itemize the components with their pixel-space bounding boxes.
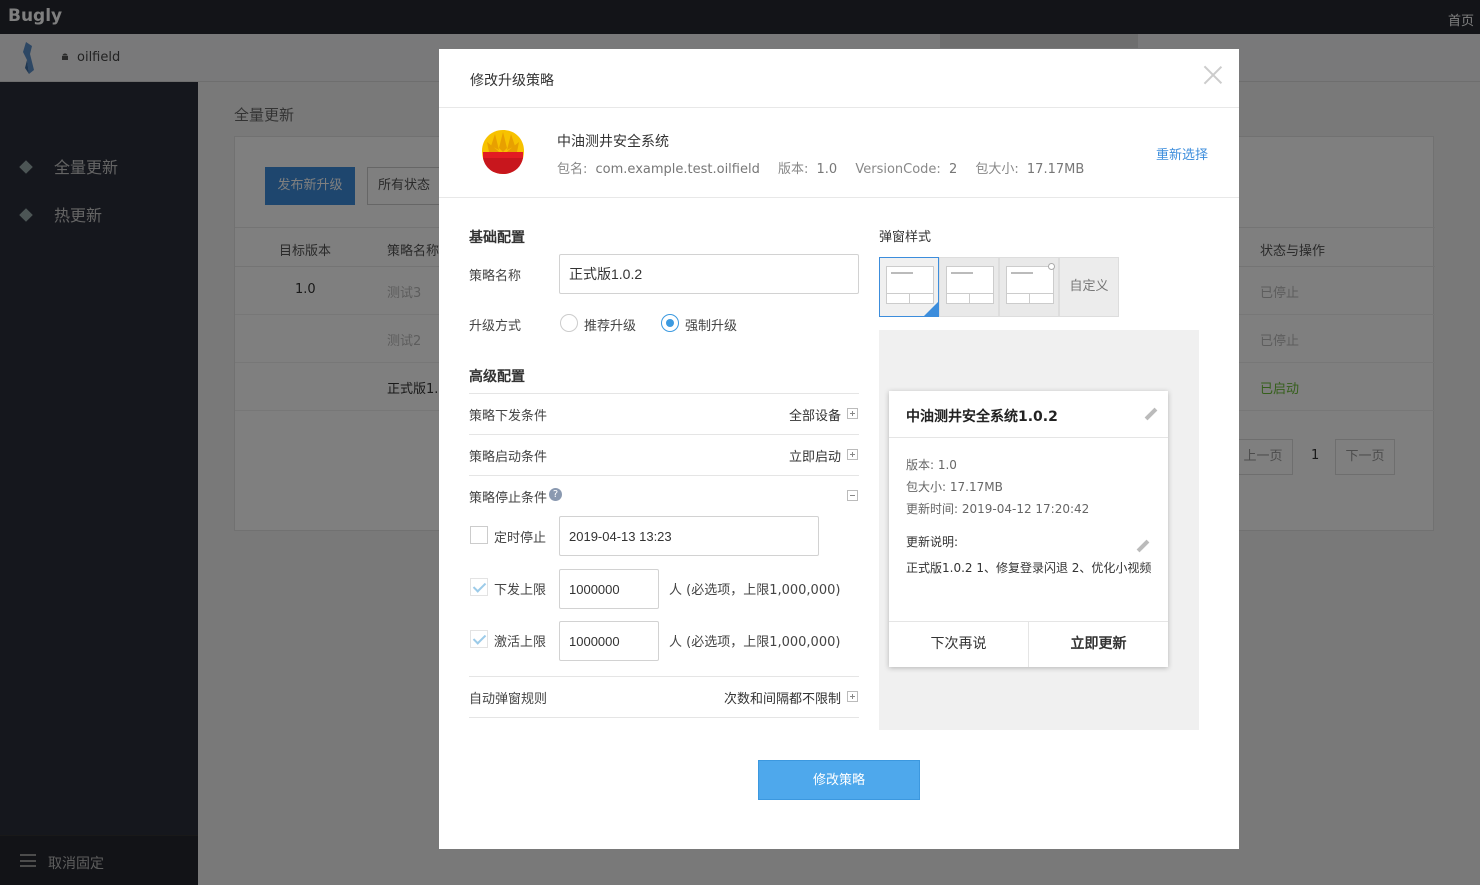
version-code-value: 2 (948, 162, 958, 177)
app-meta: 包名: com.example.test.oilfield 版本: 1.0 Ve… (557, 158, 1098, 177)
close-icon[interactable] (1201, 63, 1225, 87)
version-label: 版本: (777, 162, 809, 177)
modal-header: 修改升级策略 (439, 49, 1239, 108)
radio-force-upgrade[interactable] (661, 314, 679, 332)
timed-stop-checkbox[interactable] (470, 526, 488, 544)
popup-style-custom[interactable]: 自定义 (1059, 257, 1119, 317)
radio-recommend-upgrade[interactable] (560, 314, 578, 332)
start-condition-value[interactable]: 立即启动 (789, 446, 841, 465)
timed-stop-input[interactable] (559, 516, 819, 556)
edit-pencil-icon[interactable] (1136, 539, 1150, 553)
divider (469, 434, 859, 435)
stop-condition-label: 策略停止条件 (469, 491, 548, 506)
style-thumbnail (886, 266, 934, 304)
active-limit-input[interactable] (559, 621, 659, 661)
advanced-config-title: 高级配置 (469, 369, 525, 385)
size-label: 包大小: (975, 162, 1019, 177)
timed-stop-label: 定时停止 (494, 531, 547, 546)
selected-check-icon (924, 302, 938, 316)
preview-notes-label: 更新说明: (906, 535, 959, 549)
app-title: 中油测井安全系统 (557, 134, 669, 150)
edit-pencil-icon[interactable] (1144, 407, 1158, 421)
popup-style-option-2[interactable] (939, 257, 999, 317)
dispatch-limit-hint: 人 (必选项，上限1,000,000) (669, 583, 841, 598)
popup-rule-label: 自动弹窗规则 (469, 692, 548, 707)
popup-style-option-3[interactable] (999, 257, 1059, 317)
size-value: 17.17MB (1026, 162, 1085, 177)
dispatch-limit-checkbox[interactable] (470, 578, 488, 596)
help-icon[interactable]: ? (549, 488, 562, 501)
divider (469, 717, 859, 718)
dispatch-limit-label: 下发上限 (494, 583, 547, 598)
package-value: com.example.test.oilfield (595, 162, 760, 177)
reselect-link[interactable]: 重新选择 (1156, 144, 1208, 163)
popup-style-title: 弹窗样式 (879, 230, 932, 245)
popup-rule-value[interactable]: 次数和间隔都不限制 (724, 688, 841, 707)
start-condition-label: 策略启动条件 (469, 450, 548, 465)
divider (889, 437, 1168, 438)
radio-recommend-label[interactable]: 推荐升级 (584, 315, 636, 334)
expand-icon[interactable] (847, 691, 858, 702)
preview-version: 版本: 1.0 (906, 458, 957, 472)
expand-icon[interactable] (847, 449, 858, 460)
version-code-label: VersionCode: (855, 162, 941, 177)
preview-title: 中油测井安全系统1.0.2 (906, 409, 1058, 425)
preview-notes: 正式版1.0.2 1、修复登录闪退 2、优化小视频 (906, 561, 1152, 575)
divider (469, 475, 859, 476)
preview-size: 包大小: 17.17MB (906, 480, 1003, 494)
strategy-name-input[interactable] (559, 254, 859, 294)
active-limit-checkbox[interactable] (470, 630, 488, 648)
active-limit-label: 激活上限 (494, 635, 547, 650)
radio-force-label[interactable]: 强制升级 (685, 315, 737, 334)
dispatch-condition-value[interactable]: 全部设备 (789, 405, 841, 424)
package-label: 包名: (557, 162, 588, 177)
modal-title: 修改升级策略 (470, 73, 554, 89)
popup-style-option-1[interactable] (879, 257, 939, 317)
edit-strategy-modal: 修改升级策略 中油测井安全系统 包名: com.example.test.oil… (439, 49, 1239, 849)
style-thumbnail (946, 266, 994, 304)
active-limit-hint: 人 (必选项，上限1,000,000) (669, 635, 841, 650)
close-dot-icon (1048, 263, 1055, 270)
expand-icon[interactable] (847, 408, 858, 419)
upgrade-mode-label: 升级方式 (469, 319, 522, 334)
divider (469, 393, 859, 394)
strategy-name-label: 策略名称 (469, 269, 522, 284)
collapse-icon[interactable] (847, 490, 858, 501)
later-button[interactable]: 下次再说 (889, 621, 1028, 667)
dispatch-condition-label: 策略下发条件 (469, 409, 548, 424)
modify-strategy-button[interactable]: 修改策略 (758, 760, 920, 800)
version-value: 1.0 (816, 162, 838, 177)
update-now-button[interactable]: 立即更新 (1029, 621, 1168, 667)
app-info: 中油测井安全系统 包名: com.example.test.oilfield 版… (439, 108, 1239, 198)
divider (469, 676, 859, 677)
app-logo-icon (482, 130, 524, 174)
dispatch-limit-input[interactable] (559, 569, 659, 609)
preview-updated: 更新时间: 2019-04-12 17:20:42 (906, 502, 1090, 516)
basic-config-title: 基础配置 (469, 230, 525, 246)
popup-preview: 中油测井安全系统1.0.2 版本: 1.0 包大小: 17.17MB 更新时间:… (889, 391, 1168, 667)
style-thumbnail (1006, 266, 1054, 304)
